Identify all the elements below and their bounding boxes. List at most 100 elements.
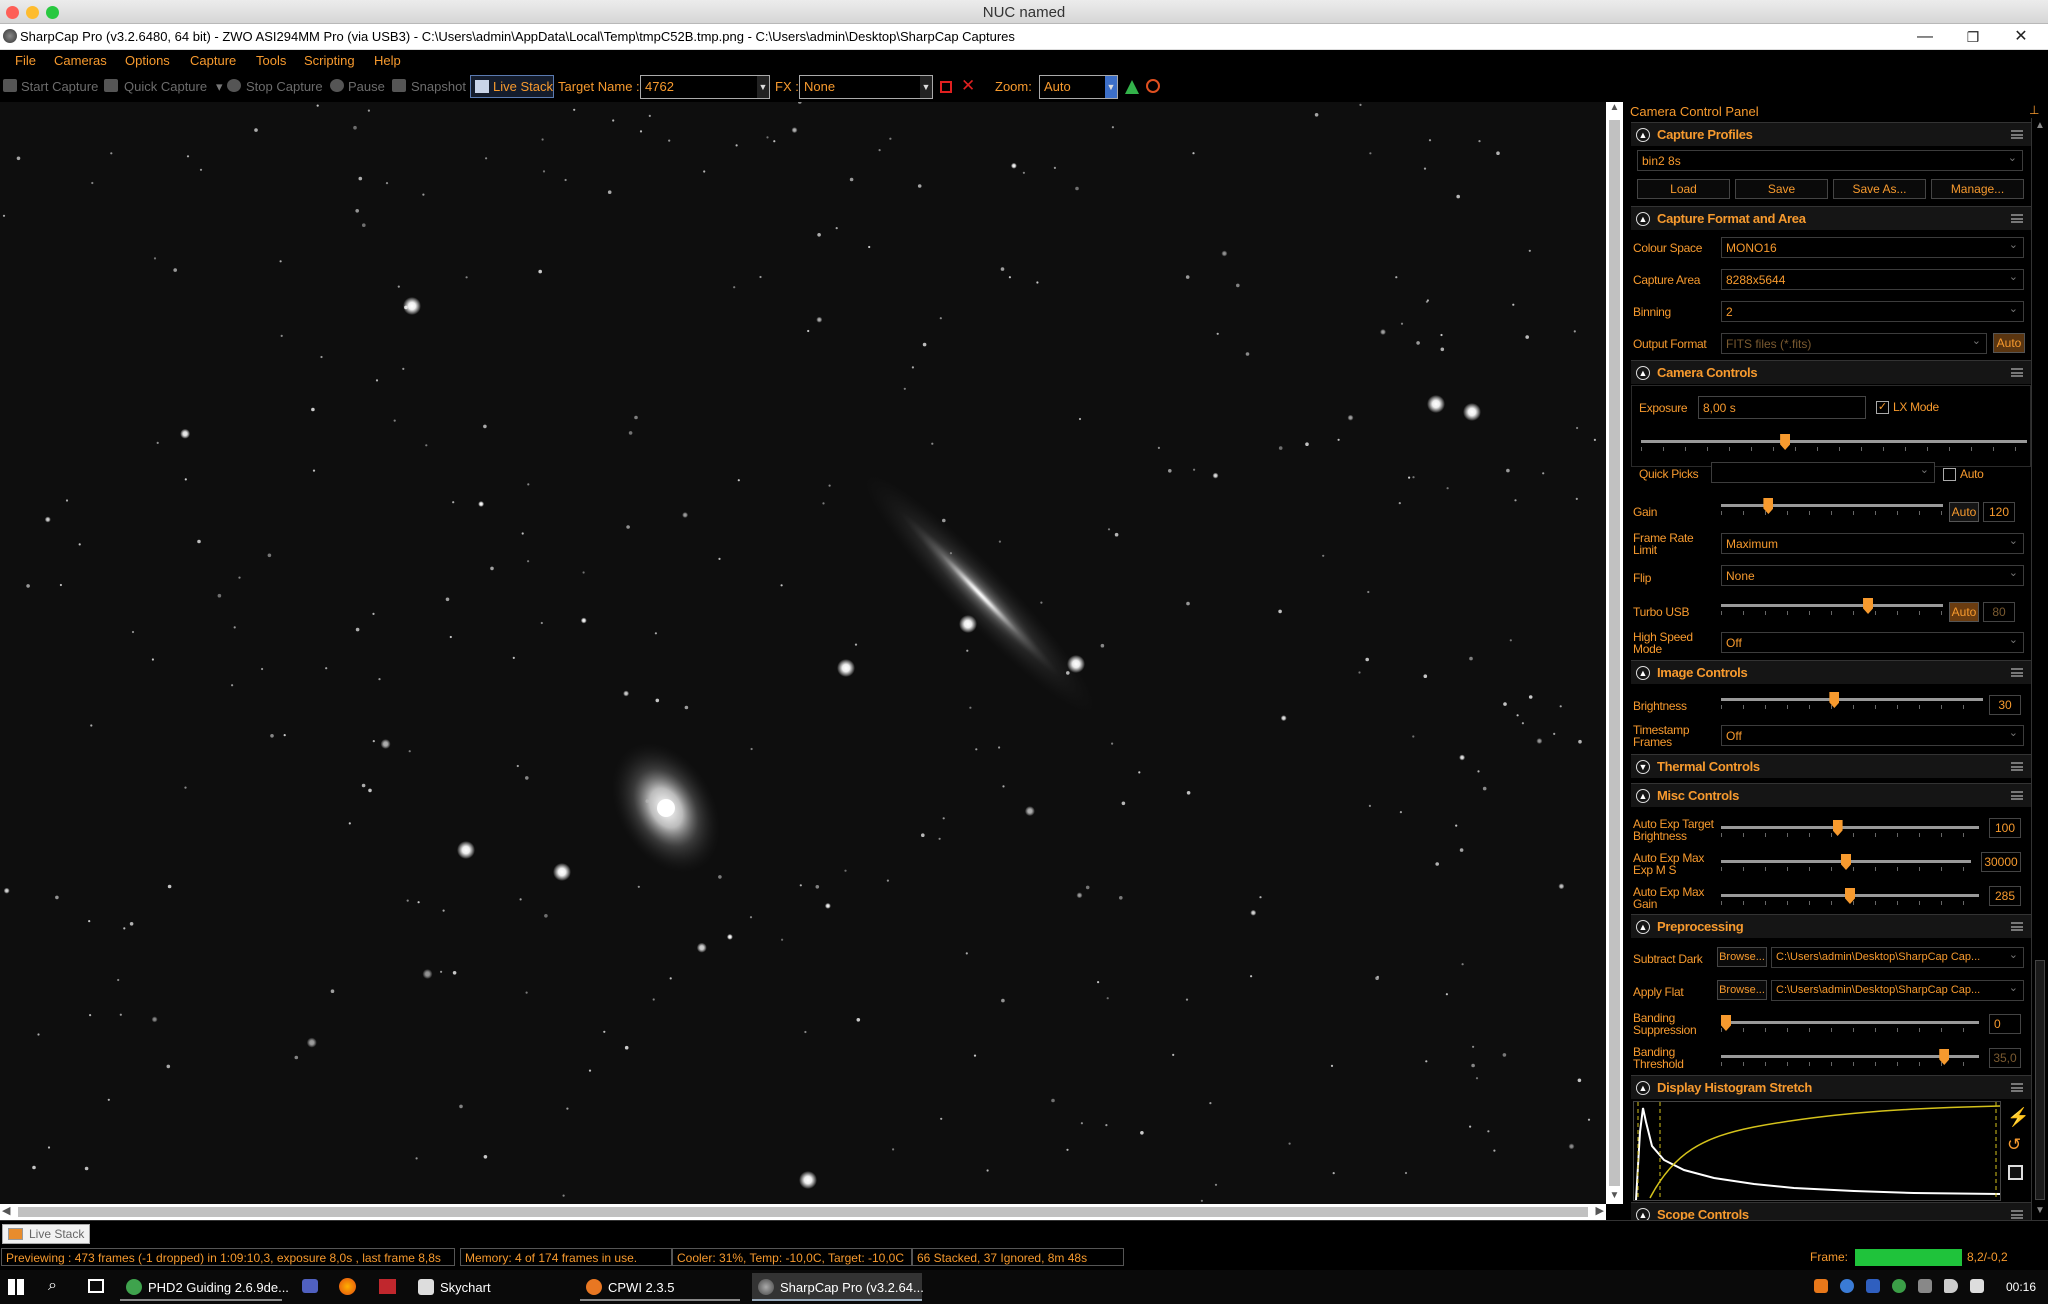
- section-image-controls[interactable]: ▲ Image Controls: [1631, 660, 2031, 684]
- aeg-slider[interactable]: [1721, 888, 1979, 910]
- start-capture-button[interactable]: Start Capture: [21, 79, 98, 94]
- banding-threshold-slider[interactable]: [1721, 1049, 1979, 1071]
- menu-icon[interactable]: [2011, 668, 2023, 677]
- menu-help[interactable]: Help: [374, 53, 401, 68]
- task-view-icon[interactable]: [88, 1279, 104, 1293]
- search-icon[interactable]: ⌕: [48, 1277, 57, 1295]
- target-name-input[interactable]: 4762 ▼: [640, 75, 770, 99]
- quick-picks-select[interactable]: [1711, 462, 1935, 483]
- tray-network-app-icon[interactable]: [1840, 1279, 1854, 1293]
- manage-button[interactable]: Manage...: [1931, 179, 2024, 199]
- high-speed-select[interactable]: Off: [1721, 632, 2024, 653]
- chevron-down-icon[interactable]: ▼: [1105, 76, 1117, 98]
- section-misc-controls[interactable]: ▲ Misc Controls: [1631, 783, 2031, 807]
- reticle-cross-icon[interactable]: ✕: [961, 76, 975, 96]
- scroll-down-icon[interactable]: ▼: [1608, 1190, 1621, 1204]
- exposure-input[interactable]: 8,00 s: [1698, 396, 1866, 419]
- aem-slider[interactable]: [1721, 854, 1971, 876]
- chevron-down-icon[interactable]: ▼: [1636, 760, 1650, 774]
- timestamp-select[interactable]: Off: [1721, 725, 2024, 746]
- turbo-usb-value[interactable]: 80: [1983, 602, 2015, 622]
- vertical-scroll-thumb[interactable]: [1609, 120, 1620, 1186]
- menu-capture[interactable]: Capture: [190, 53, 236, 68]
- scroll-up-icon[interactable]: ▲: [2035, 120, 2045, 131]
- scroll-right-icon[interactable]: ▶: [1596, 1204, 1604, 1217]
- menu-icon[interactable]: [2011, 1083, 2023, 1092]
- quick-capture-button[interactable]: Quick Capture: [124, 79, 207, 94]
- section-thermal-controls[interactable]: ▼ Thermal Controls: [1631, 754, 2031, 778]
- pause-button[interactable]: Pause: [348, 79, 385, 94]
- section-histogram-stretch[interactable]: ▲ Display Histogram Stretch: [1631, 1075, 2031, 1099]
- menu-icon[interactable]: [2011, 1210, 2023, 1219]
- bluetooth-icon[interactable]: [1866, 1279, 1880, 1293]
- stop-capture-button[interactable]: Stop Capture: [246, 79, 323, 94]
- asi-app-icon[interactable]: [379, 1279, 396, 1294]
- pin-icon[interactable]: ⊥: [2029, 103, 2039, 117]
- load-button[interactable]: Load: [1637, 179, 1730, 199]
- banding-threshold-value[interactable]: 35,0: [1989, 1048, 2021, 1068]
- output-format-select[interactable]: FITS files (*.fits): [1721, 333, 1987, 354]
- tray-app-icon[interactable]: [1814, 1279, 1828, 1293]
- scroll-left-icon[interactable]: ◀: [2, 1204, 10, 1217]
- reticle-box-icon[interactable]: [940, 81, 952, 93]
- menu-icon[interactable]: [2011, 130, 2023, 139]
- menu-options[interactable]: Options: [125, 53, 170, 68]
- section-camera-controls[interactable]: ▲ Camera Controls: [1631, 360, 2031, 384]
- chevron-down-icon[interactable]: ▼: [920, 76, 932, 98]
- image-horizontal-scrollbar[interactable]: ◀ ▶: [0, 1204, 1606, 1220]
- chevron-up-icon[interactable]: ▲: [1636, 789, 1650, 803]
- turbo-auto-button[interactable]: Auto: [1949, 602, 1979, 622]
- section-capture-profiles[interactable]: ▲ Capture Profiles: [1631, 122, 2031, 146]
- pinned-app-icon[interactable]: [302, 1279, 318, 1293]
- brightness-value[interactable]: 30: [1989, 695, 2021, 715]
- exposure-slider[interactable]: [1641, 434, 2027, 456]
- dark-path-select[interactable]: C:\Users\admin\Desktop\SharpCap Cap...: [1771, 947, 2024, 968]
- zoom-select[interactable]: Auto ▼: [1039, 75, 1118, 99]
- live-stack-button[interactable]: Live Stack: [470, 75, 554, 98]
- taskbar-app-skychart[interactable]: Skychart: [412, 1273, 572, 1301]
- save-button[interactable]: Save: [1735, 179, 1828, 199]
- minimize-button[interactable]: —: [1902, 26, 1948, 48]
- histogram-display[interactable]: [1633, 1101, 2001, 1201]
- display-icon[interactable]: [1970, 1279, 1984, 1293]
- aeg-value[interactable]: 285: [1989, 886, 2021, 906]
- chevron-up-icon[interactable]: ▲: [1636, 212, 1650, 226]
- save-icon[interactable]: [2008, 1165, 2023, 1180]
- fx-select[interactable]: None ▼: [799, 75, 933, 99]
- histogram-icon[interactable]: [1125, 80, 1139, 94]
- lightning-icon[interactable]: ⚡: [2007, 1107, 2029, 1128]
- section-scope-controls[interactable]: ▲ Scope Controls: [1631, 1202, 2031, 1220]
- horizontal-scroll-thumb[interactable]: [18, 1207, 1588, 1217]
- chevron-up-icon[interactable]: ▲: [1636, 1081, 1650, 1095]
- lx-mode-checkbox[interactable]: ✓: [1876, 401, 1889, 414]
- windows-start-icon[interactable]: [8, 1279, 24, 1295]
- menu-file[interactable]: File: [15, 53, 36, 68]
- chevron-up-icon[interactable]: ▲: [1636, 1208, 1650, 1220]
- taskbar-app-cpwi[interactable]: CPWI 2.3.5: [580, 1273, 740, 1301]
- chevron-up-icon[interactable]: ▲: [1636, 128, 1650, 142]
- quick-picks-auto-checkbox[interactable]: [1943, 468, 1956, 481]
- chevron-down-icon[interactable]: ▼: [757, 76, 769, 98]
- menu-scripting[interactable]: Scripting: [304, 53, 355, 68]
- security-icon[interactable]: [1892, 1279, 1906, 1293]
- aet-value[interactable]: 100: [1989, 818, 2021, 838]
- menu-icon[interactable]: [2011, 214, 2023, 223]
- section-preprocessing[interactable]: ▲ Preprocessing: [1631, 914, 2031, 938]
- aet-slider[interactable]: [1721, 820, 1979, 842]
- timer-icon[interactable]: [1146, 79, 1160, 93]
- flat-browse-button[interactable]: Browse...: [1717, 980, 1767, 1000]
- taskbar-app-sharpcap[interactable]: SharpCap Pro (v3.2.64...: [752, 1273, 924, 1301]
- dark-browse-button[interactable]: Browse...: [1717, 947, 1767, 967]
- snapshot-button[interactable]: Snapshot: [411, 79, 466, 94]
- image-vertical-scrollbar[interactable]: ▲ ▼: [1606, 102, 1623, 1204]
- usb-icon[interactable]: [1918, 1279, 1932, 1293]
- flat-path-select[interactable]: C:\Users\admin\Desktop\SharpCap Cap...: [1771, 980, 2024, 1001]
- panel-scroll-thumb[interactable]: [2035, 960, 2045, 1200]
- scroll-down-icon[interactable]: ▼: [2035, 1205, 2045, 1216]
- reset-icon[interactable]: ↺: [2007, 1135, 2021, 1155]
- output-auto-button[interactable]: Auto: [1993, 333, 2025, 353]
- close-button[interactable]: ✕: [1998, 26, 2044, 48]
- gain-value[interactable]: 120: [1983, 502, 2015, 522]
- menu-cameras[interactable]: Cameras: [54, 53, 107, 68]
- profile-select[interactable]: bin2 8s: [1637, 150, 2023, 171]
